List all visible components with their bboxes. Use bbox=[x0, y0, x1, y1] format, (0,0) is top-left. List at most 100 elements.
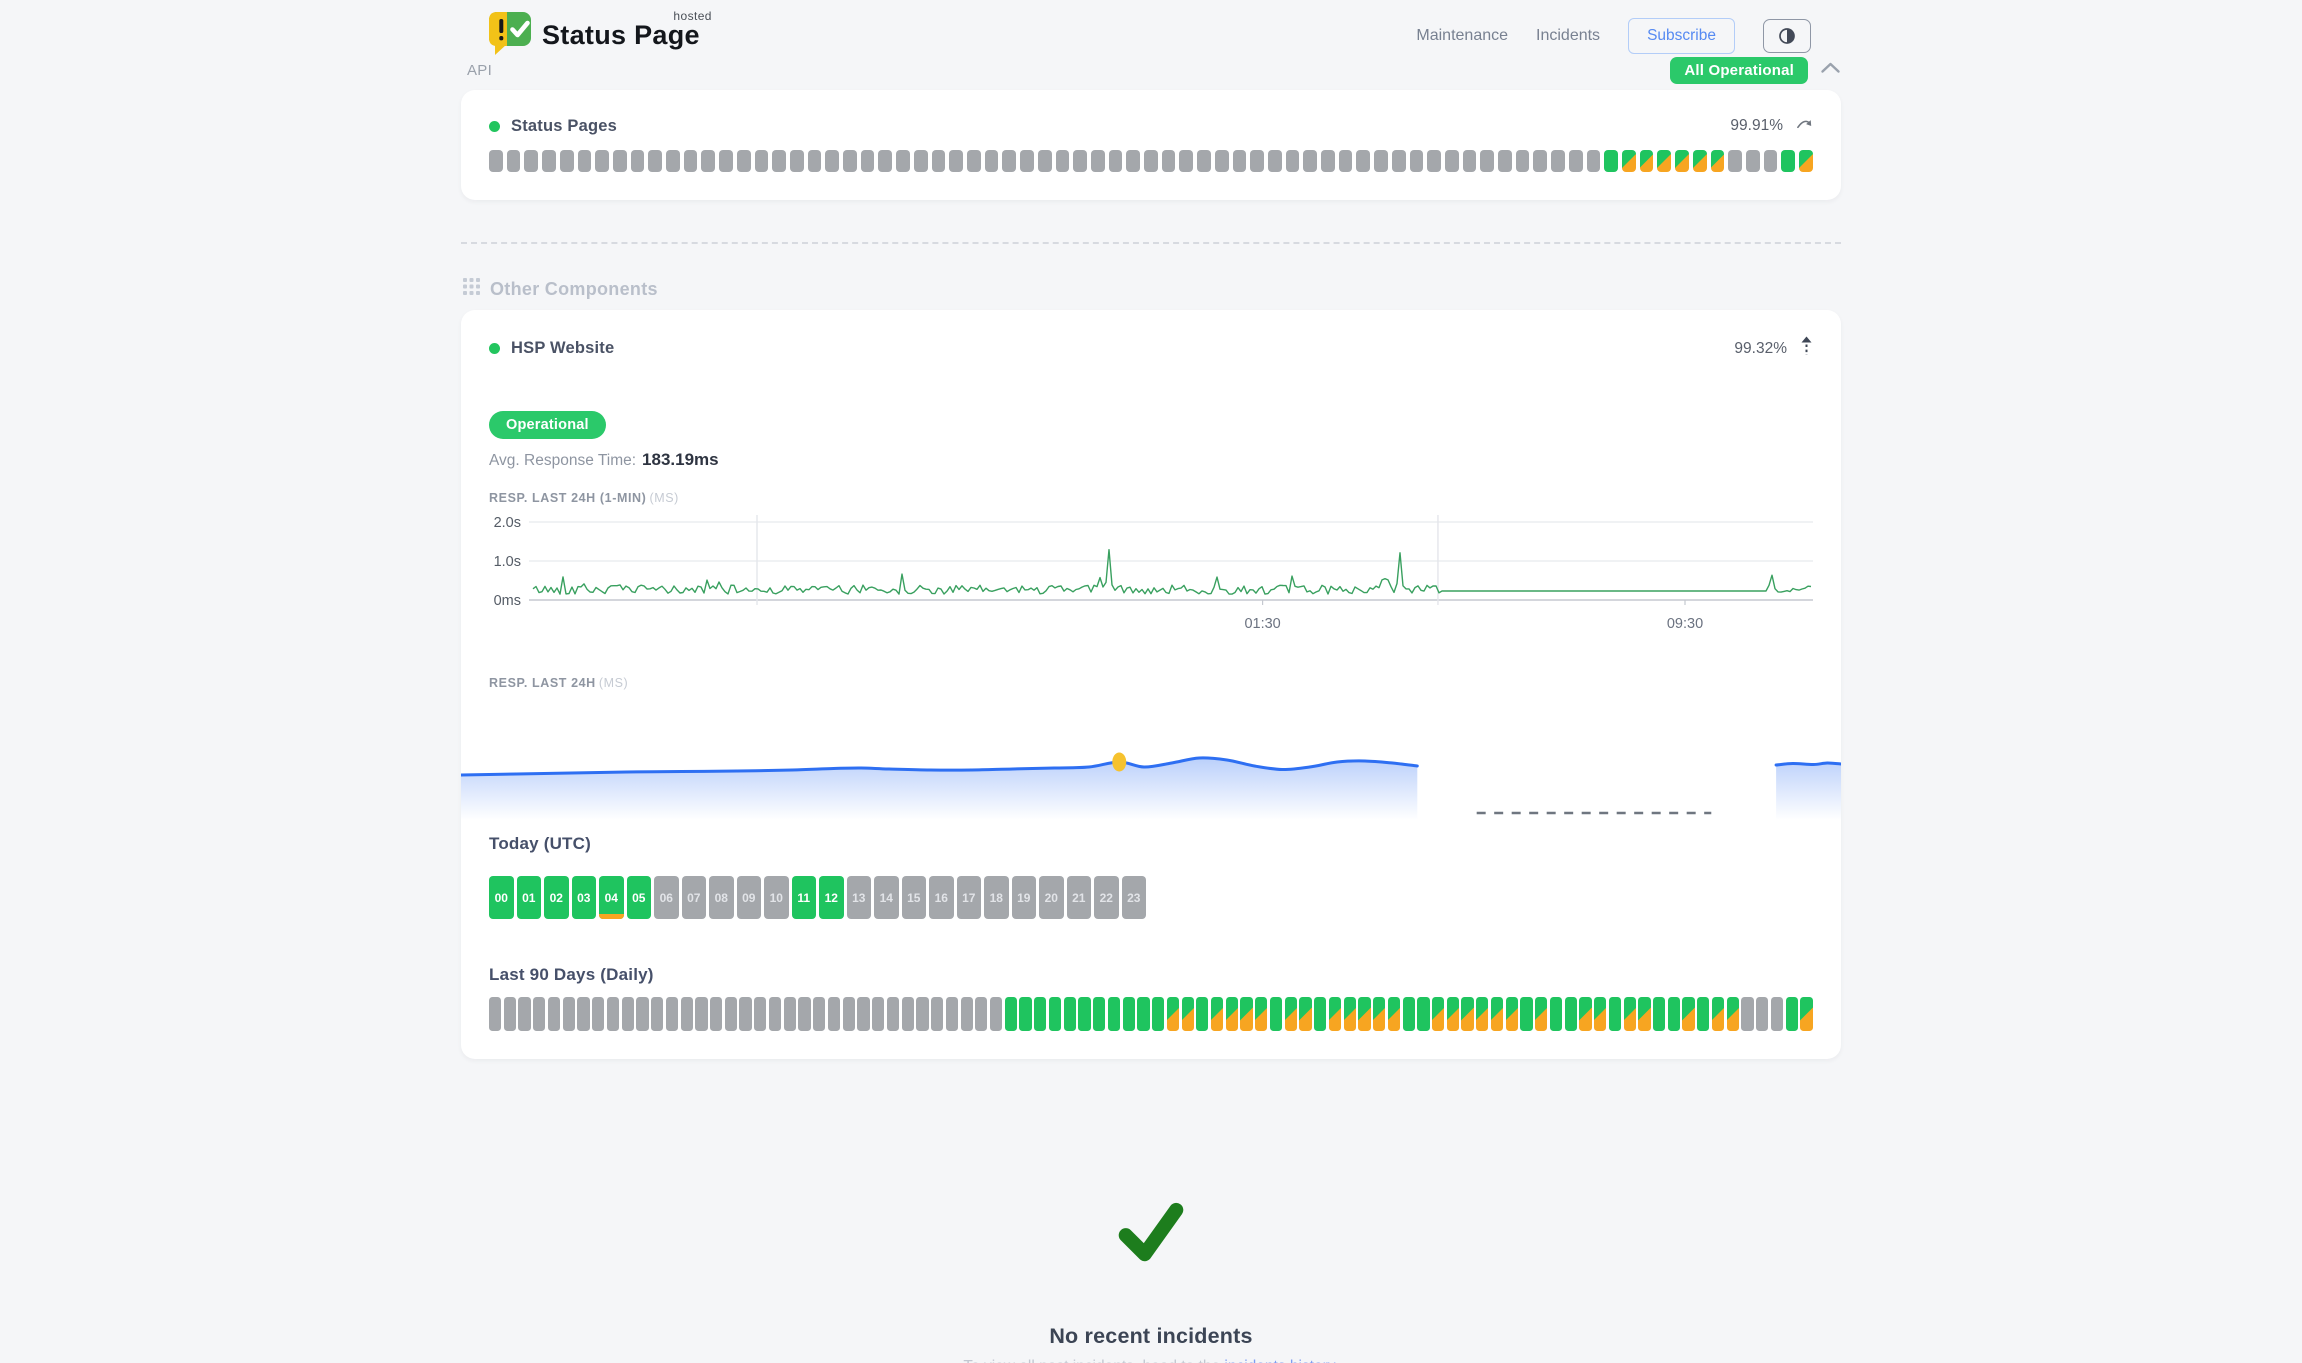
history-bar-partial bbox=[1240, 997, 1252, 1031]
history-bar-partial bbox=[1432, 997, 1444, 1031]
history-bar-up bbox=[1270, 997, 1282, 1031]
history-bar-nodata bbox=[1038, 150, 1052, 172]
history-bar-nodata bbox=[1020, 150, 1034, 172]
history-bar-nodata bbox=[1569, 150, 1583, 172]
history-bar-nodata bbox=[1162, 150, 1176, 172]
hour-block-11: 11 bbox=[792, 876, 817, 919]
main-nav: Maintenance Incidents Subscribe bbox=[1416, 18, 1811, 54]
history-bar-partial bbox=[1579, 997, 1591, 1031]
subscribe-button[interactable]: Subscribe bbox=[1628, 18, 1735, 54]
history-bar-nodata bbox=[813, 997, 825, 1031]
history-bar-nodata bbox=[1756, 997, 1768, 1031]
history-bar-partial bbox=[1329, 997, 1341, 1031]
uptime-history-bars bbox=[489, 150, 1813, 172]
hour-block-10: 10 bbox=[764, 876, 789, 919]
uptime-percentage: 99.91% bbox=[1730, 117, 1783, 135]
history-bar-nodata bbox=[489, 150, 503, 172]
history-bar-nodata bbox=[607, 997, 619, 1031]
hour-block-01: 01 bbox=[517, 876, 542, 919]
chevron-up-icon[interactable] bbox=[1820, 61, 1841, 79]
svg-text:2.0s: 2.0s bbox=[494, 515, 521, 531]
history-bar-nodata bbox=[887, 997, 899, 1031]
history-bar-nodata bbox=[914, 150, 928, 172]
history-bar-nodata bbox=[504, 997, 516, 1031]
hour-block-14: 14 bbox=[874, 876, 899, 919]
hour-block-03: 03 bbox=[572, 876, 597, 919]
history-bar-nodata bbox=[507, 150, 521, 172]
history-bar-nodata bbox=[985, 150, 999, 172]
history-bar-nodata bbox=[961, 997, 973, 1031]
history-bar-up bbox=[1604, 150, 1618, 172]
today-title: Today (UTC) bbox=[489, 834, 1813, 854]
history-bar-nodata bbox=[1463, 150, 1477, 172]
hour-block-02: 02 bbox=[544, 876, 569, 919]
history-bar-partial bbox=[1682, 997, 1694, 1031]
nav-link-maintenance[interactable]: Maintenance bbox=[1416, 27, 1508, 45]
history-bar-up bbox=[1019, 997, 1031, 1031]
history-bar-nodata bbox=[710, 997, 722, 1031]
history-bar-partial bbox=[1622, 150, 1636, 172]
group-label-api: API bbox=[467, 62, 492, 79]
history-bar-nodata bbox=[651, 997, 663, 1031]
hour-block-05: 05 bbox=[627, 876, 652, 919]
history-bar-nodata bbox=[592, 997, 604, 1031]
avg-response-row: Avg. Response Time:183.19ms bbox=[489, 450, 1813, 470]
history-bar-nodata bbox=[622, 997, 634, 1031]
history-bar-nodata bbox=[754, 997, 766, 1031]
history-bar-nodata bbox=[631, 150, 645, 172]
history-bar-nodata bbox=[1427, 150, 1441, 172]
history-bar-nodata bbox=[1303, 150, 1317, 172]
history-bar-nodata bbox=[1109, 150, 1123, 172]
history-bar-nodata bbox=[769, 997, 781, 1031]
component-name: HSP Website bbox=[511, 339, 614, 358]
history-bar-partial bbox=[1594, 997, 1606, 1031]
history-bar-nodata bbox=[1587, 150, 1601, 172]
section-title-other-components: Other Components bbox=[490, 279, 658, 300]
history-bar-partial bbox=[1299, 997, 1311, 1031]
overall-status-badge: All Operational bbox=[1670, 57, 1808, 84]
hour-block-21: 21 bbox=[1067, 876, 1092, 919]
hour-block-12: 12 bbox=[819, 876, 844, 919]
history-bar-nodata bbox=[1741, 997, 1753, 1031]
history-bar-nodata bbox=[1516, 150, 1530, 172]
history-bar-up bbox=[1781, 150, 1795, 172]
history-bar-nodata bbox=[784, 997, 796, 1031]
arrow-up-icon[interactable] bbox=[1800, 336, 1813, 361]
history-bar-nodata bbox=[563, 997, 575, 1031]
history-bar-up bbox=[1064, 997, 1076, 1031]
history-bar-nodata bbox=[990, 997, 1002, 1031]
incidents-history-link[interactable]: incidents history bbox=[1224, 1358, 1334, 1363]
history-bar-nodata bbox=[1498, 150, 1512, 172]
history-bar-up bbox=[1417, 997, 1429, 1031]
history-bar-nodata bbox=[1144, 150, 1158, 172]
history-bar-nodata bbox=[1002, 150, 1016, 172]
svg-text:0ms: 0ms bbox=[494, 593, 521, 609]
theme-toggle-button[interactable] bbox=[1763, 19, 1811, 53]
history-bar-nodata bbox=[1268, 150, 1282, 172]
hour-block-07: 07 bbox=[682, 876, 707, 919]
nav-link-incidents[interactable]: Incidents bbox=[1536, 27, 1600, 45]
history-bar-up bbox=[1565, 997, 1577, 1031]
history-bar-nodata bbox=[916, 997, 928, 1031]
component-card-hsp-website: HSP Website 99.32% Operational Avg. Resp… bbox=[461, 310, 1841, 1059]
history-bar-nodata bbox=[932, 150, 946, 172]
history-bar-nodata bbox=[719, 150, 733, 172]
history-bar-nodata bbox=[946, 997, 958, 1031]
history-bar-partial bbox=[1226, 997, 1238, 1031]
brand-hosted-superscript: hosted bbox=[673, 9, 711, 23]
history-bar-partial bbox=[1799, 150, 1813, 172]
history-bar-nodata bbox=[560, 150, 574, 172]
history-bar-nodata bbox=[1533, 150, 1547, 172]
refresh-icon[interactable] bbox=[1796, 116, 1813, 136]
hour-block-09: 09 bbox=[737, 876, 762, 919]
history-bar-nodata bbox=[857, 997, 869, 1031]
history-bar-partial bbox=[1711, 150, 1725, 172]
history-bar-nodata bbox=[1073, 150, 1087, 172]
history-bar-nodata bbox=[636, 997, 648, 1031]
history-bar-nodata bbox=[613, 150, 627, 172]
history-bar-up bbox=[1314, 997, 1326, 1031]
history-bar-partial bbox=[1693, 150, 1707, 172]
incidents-footer: No recent incidents To view all past inc… bbox=[461, 1191, 1841, 1363]
history-bar-partial bbox=[1476, 997, 1488, 1031]
history-bar-partial bbox=[1638, 997, 1650, 1031]
